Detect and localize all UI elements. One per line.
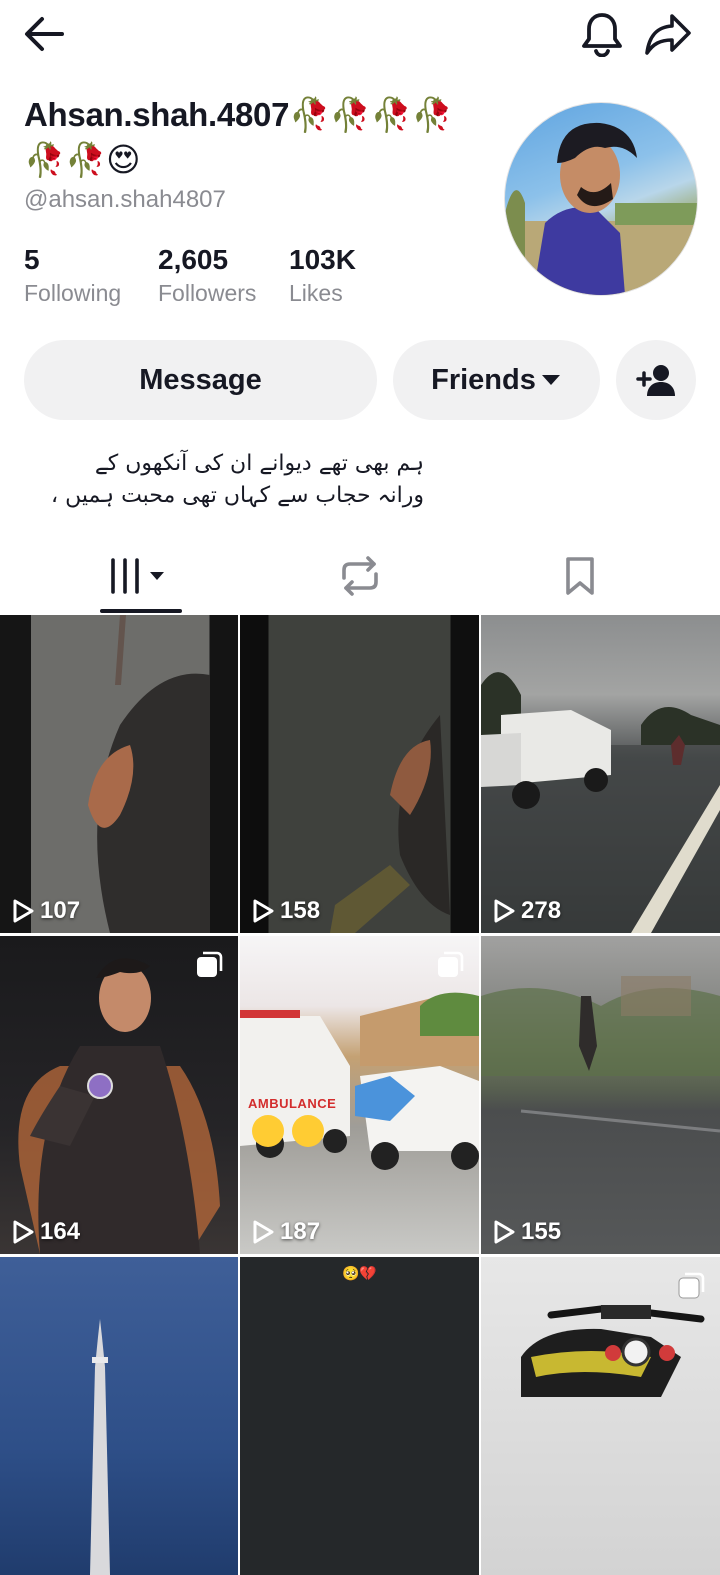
- stat-label: Followers: [158, 280, 257, 306]
- tile-emoji: 🥺💔: [342, 1265, 377, 1281]
- display-name: Ahsan.shah.4807🥀🥀🥀🥀: [24, 96, 453, 133]
- add-friend-button[interactable]: [616, 340, 696, 420]
- video-thumbnail[interactable]: AMBULANCE 187: [240, 936, 479, 1254]
- avatar[interactable]: [504, 102, 698, 296]
- back-arrow-icon[interactable]: [18, 12, 70, 56]
- video-thumbnail[interactable]: [481, 1257, 720, 1575]
- video-thumbnail[interactable]: 155: [481, 936, 720, 1254]
- tab-saved[interactable]: [460, 540, 700, 612]
- tab-videos[interactable]: [20, 540, 260, 612]
- play-icon: [253, 1220, 274, 1244]
- view-count: 155: [493, 1218, 561, 1246]
- active-tab-indicator: [100, 609, 182, 613]
- video-grid: 107 158 278 164 AMBULANCE 187 155 🥺💔: [0, 615, 720, 1575]
- username: @ahsan.shah4807: [24, 186, 226, 213]
- bookmark-icon: [566, 557, 594, 595]
- multi-image-icon: [678, 1272, 705, 1299]
- display-name-continued: 🥀🥀😍: [24, 141, 141, 178]
- message-button-label: Message: [139, 363, 262, 396]
- stat-following[interactable]: 5 Following: [24, 244, 121, 307]
- view-count: 187: [252, 1218, 320, 1246]
- play-icon: [494, 1220, 515, 1244]
- message-button[interactable]: Message: [24, 340, 377, 420]
- stat-followers[interactable]: 2,605 Followers: [158, 244, 256, 307]
- video-thumbnail[interactable]: 107: [0, 615, 238, 933]
- play-icon: [494, 899, 515, 923]
- stat-label: Following: [24, 280, 122, 306]
- video-thumbnail[interactable]: 🥺💔: [240, 1257, 479, 1575]
- play-icon: [13, 899, 34, 923]
- friends-button-label: Friends: [431, 363, 536, 396]
- stat-likes[interactable]: 103K Likes: [289, 244, 356, 307]
- play-icon: [13, 1220, 34, 1244]
- share-arrow-icon[interactable]: [640, 10, 696, 58]
- repost-icon: [342, 556, 378, 596]
- view-count: 164: [12, 1218, 80, 1246]
- video-thumbnail[interactable]: 158: [240, 615, 479, 933]
- profile-bio: ہم بھی تھے دیوانے ان کی آنکھوں کے ورانہ …: [50, 451, 424, 508]
- video-thumbnail[interactable]: 278: [481, 615, 720, 933]
- videos-grid-icon: [110, 558, 164, 594]
- view-count: 278: [493, 897, 561, 925]
- multi-image-icon: [438, 951, 464, 977]
- friends-dropdown-button[interactable]: Friends: [393, 340, 600, 420]
- add-user-icon: [636, 365, 675, 396]
- ambulance-label: AMBULANCE: [248, 1096, 337, 1111]
- bell-icon[interactable]: [574, 10, 630, 58]
- stat-value: 2,605: [158, 244, 229, 275]
- tab-reposts[interactable]: [240, 540, 480, 612]
- stat-value: 103K: [289, 244, 356, 275]
- caret-down-icon: [541, 375, 560, 385]
- view-count: 107: [12, 897, 80, 925]
- video-thumbnail[interactable]: [0, 1257, 238, 1575]
- view-count: 158: [252, 897, 320, 925]
- multi-image-icon: [197, 951, 223, 977]
- stat-value: 5: [24, 244, 40, 275]
- stat-label: Likes: [289, 280, 343, 306]
- video-thumbnail[interactable]: 164: [0, 936, 238, 1254]
- play-icon: [253, 899, 274, 923]
